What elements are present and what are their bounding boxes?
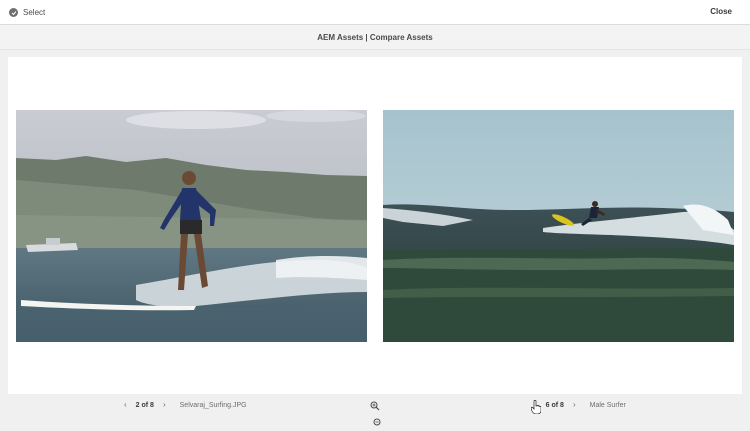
compare-panel (8, 57, 742, 394)
right-asset-position: 6 of 8 (545, 401, 564, 409)
top-toolbar: Select Close (0, 0, 750, 25)
left-asset-filename: Selvaraj_Surfing.JPG (179, 401, 247, 409)
left-asset-nav: ‹ 2 of 8 › Selvaraj_Surfing.JPG (120, 401, 247, 409)
compare-footer: ‹ 2 of 8 › Selvaraj_Surfing.JPG ‹ 6 of 8… (0, 394, 750, 426)
check-circle-icon (9, 8, 18, 17)
right-asset-nav: ‹ 6 of 8 › Male Surfer (530, 401, 626, 409)
chevron-left-icon[interactable]: ‹ (120, 401, 131, 409)
page-title: AEM Assets | Compare Assets (317, 32, 433, 42)
left-asset-position: 2 of 8 (135, 401, 154, 409)
left-asset-image[interactable] (16, 110, 367, 342)
right-asset-image[interactable] (383, 110, 734, 342)
hand-pointer-icon (530, 399, 542, 419)
close-button[interactable]: Close (710, 7, 732, 16)
chevron-right-icon[interactable]: › (159, 401, 170, 409)
select-label: Select (23, 8, 46, 17)
title-bar: AEM Assets | Compare Assets (0, 25, 750, 50)
select-button[interactable]: Select (9, 6, 45, 19)
chevron-right-icon[interactable]: › (569, 401, 580, 409)
zoom-out-icon[interactable] (373, 413, 383, 431)
right-asset-filename: Male Surfer (589, 401, 626, 409)
